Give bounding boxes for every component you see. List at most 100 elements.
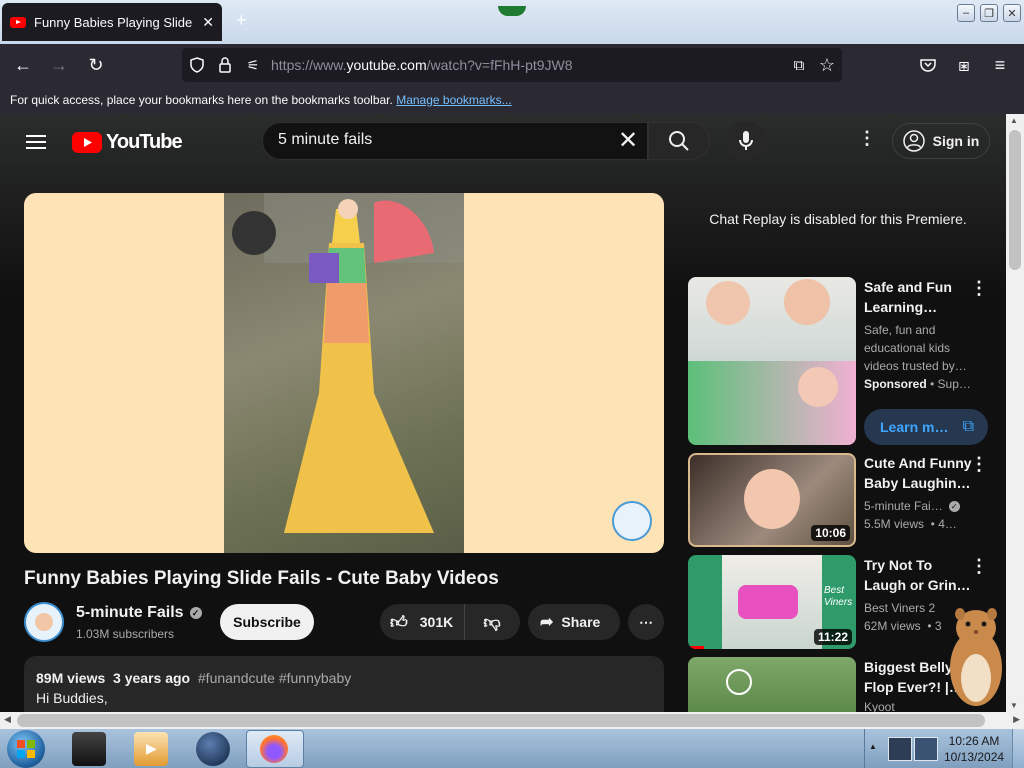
- video-frame: [224, 193, 464, 553]
- chat-replay-notice: Chat Replay is disabled for this Premier…: [709, 211, 967, 227]
- app-menu-icon[interactable]: ≡: [987, 52, 1013, 78]
- hamster-icon: [950, 608, 1002, 706]
- rec-2-channel[interactable]: 5-minute Fai… ✓: [864, 497, 960, 515]
- share-button[interactable]: ➦ Share: [528, 604, 620, 640]
- thumbnail-brand-text: Best Viners: [824, 585, 853, 608]
- subscribe-button[interactable]: Subscribe: [220, 604, 314, 640]
- rec-1-sponsored: Sponsored • Sup…: [864, 377, 971, 391]
- rec-2-thumbnail[interactable]: 10:06: [688, 453, 856, 547]
- scroll-right-icon[interactable]: ▶: [1013, 714, 1020, 725]
- more-horizontal-icon: ⋯: [639, 613, 653, 630]
- hamburger-menu-icon[interactable]: [26, 131, 46, 153]
- tray-network-icon[interactable]: [888, 737, 912, 761]
- back-icon[interactable]: ←: [10, 52, 36, 78]
- voice-search-button[interactable]: [726, 121, 766, 161]
- extensions-icon[interactable]: ⧆: [951, 52, 977, 78]
- rec-3-title[interactable]: Try Not To Laugh or Grin…: [864, 555, 974, 595]
- scroll-left-icon[interactable]: ◀: [4, 714, 11, 725]
- external-link-icon: ⧉: [962, 418, 974, 435]
- rec-3-duration: 11:22: [813, 629, 852, 645]
- picture-in-picture-icon[interactable]: ⧉: [786, 52, 812, 78]
- learn-more-button[interactable]: Learn m… ⧉: [864, 409, 988, 445]
- babies-thumbnail-image: [688, 277, 856, 361]
- taskbar-firefox-icon[interactable]: [246, 730, 304, 768]
- sponsored-thumbnail[interactable]: [688, 277, 856, 445]
- taskbar-globe-icon[interactable]: [196, 732, 230, 766]
- rec-3-channel[interactable]: Best Viners 2: [864, 599, 935, 617]
- more-actions-button[interactable]: ⋯: [628, 604, 664, 640]
- start-button[interactable]: [7, 730, 45, 768]
- dislike-button[interactable]: 👎︎: [465, 612, 519, 633]
- verified-badge-icon: ✓: [948, 500, 960, 512]
- settings-menu-icon[interactable]: ⋮: [858, 128, 876, 149]
- rec-2-menu-icon[interactable]: ⋮: [970, 454, 988, 475]
- new-tab-icon[interactable]: +: [236, 10, 247, 31]
- slide-illustration: [232, 193, 464, 533]
- taskbar-media-player-icon[interactable]: ▶: [134, 732, 168, 766]
- youtube-logo-text: YouTube: [106, 131, 183, 153]
- rec-2-title[interactable]: Cute And Funny Baby Laughin…: [864, 453, 974, 493]
- belly-flop-image: [726, 669, 752, 695]
- manage-bookmarks-link[interactable]: Manage bookmarks...: [396, 93, 511, 107]
- permissions-icon[interactable]: ⚟: [240, 52, 266, 78]
- like-count: 301K: [419, 614, 454, 630]
- account-icon: [902, 130, 925, 152]
- taskbar-terminal-icon[interactable]: [72, 732, 106, 766]
- youtube-favicon-icon: [10, 16, 26, 28]
- horizontal-scroll-thumb[interactable]: [17, 714, 985, 727]
- clock-time: 10:26 AM: [948, 734, 1000, 748]
- show-hidden-icons-icon[interactable]: ▲: [869, 742, 877, 751]
- vertical-scroll-thumb[interactable]: [1009, 130, 1021, 270]
- learning-thumbnail-image: [688, 361, 856, 445]
- rec-2-stats: 5.5M views • 4…: [864, 517, 957, 531]
- browser-tab[interactable]: Funny Babies Playing Slide Fails ✕: [2, 3, 222, 41]
- like-button[interactable]: 👍︎ 301K: [380, 604, 465, 640]
- tray-camera-icon[interactable]: [914, 737, 938, 761]
- bookmark-star-icon[interactable]: ☆: [814, 52, 840, 78]
- search-button[interactable]: [648, 122, 710, 160]
- toy-car-image: [722, 555, 822, 649]
- url-text: https://www.youtube.com/watch?v=fFhH-pt9…: [271, 57, 573, 73]
- verified-badge-icon: ✓: [189, 607, 202, 619]
- search-input[interactable]: 5 minute fails: [278, 131, 598, 149]
- share-label: Share: [561, 614, 601, 630]
- youtube-logo-icon: [72, 132, 102, 153]
- youtube-logo[interactable]: YouTube: [72, 131, 183, 154]
- scroll-up-icon[interactable]: ▲: [1010, 116, 1018, 125]
- taskbar-clock[interactable]: 10:26 AM 10/13/2024: [944, 733, 1004, 765]
- sign-in-button[interactable]: Sign in: [892, 123, 990, 159]
- lock-icon[interactable]: [212, 52, 238, 78]
- close-tab-icon[interactable]: ✕: [202, 14, 214, 31]
- sign-in-label: Sign in: [932, 133, 980, 149]
- rec-1-title[interactable]: Safe and Fun Learning…: [864, 277, 974, 317]
- reload-icon[interactable]: ↻: [83, 52, 109, 78]
- microphone-icon: [739, 131, 753, 150]
- clock-date: 10/13/2024: [944, 750, 1005, 764]
- pocket-icon[interactable]: [915, 52, 941, 78]
- scroll-down-icon[interactable]: ▼: [1010, 701, 1018, 710]
- horizontal-scrollbar[interactable]: ◀ ▶: [0, 712, 1024, 729]
- rec-1-menu-icon[interactable]: ⋮: [970, 278, 988, 299]
- restore-window-icon[interactable]: ❐: [980, 4, 998, 22]
- taskbar-divider: [864, 729, 865, 768]
- video-player[interactable]: [24, 193, 664, 553]
- forward-icon[interactable]: →: [46, 52, 72, 78]
- minimize-window-icon[interactable]: –: [957, 4, 975, 22]
- channel-watermark[interactable]: [612, 501, 652, 541]
- rec-4-channel[interactable]: Kyoot: [864, 700, 895, 712]
- hashtags[interactable]: #funandcute #funnybaby: [198, 670, 351, 686]
- channel-avatar[interactable]: [24, 602, 64, 642]
- close-window-icon[interactable]: ✕: [1003, 4, 1021, 22]
- clear-search-icon[interactable]: ✕: [618, 126, 638, 155]
- desktop-hamster-mascot[interactable]: [944, 604, 1006, 708]
- rec-3-menu-icon[interactable]: ⋮: [970, 556, 988, 577]
- rec-4-thumbnail[interactable]: [688, 657, 856, 712]
- show-desktop-button[interactable]: [1012, 729, 1024, 768]
- rec-3-thumbnail[interactable]: Best Viners 11:22: [688, 555, 856, 649]
- rec-2-duration: 10:06: [811, 525, 850, 541]
- channel-name[interactable]: 5-minute Fails ✓: [76, 604, 202, 622]
- video-title: Funny Babies Playing Slide Fails - Cute …: [24, 568, 499, 589]
- tracking-shield-icon[interactable]: [184, 52, 210, 78]
- rec-3-stats: 62M views • 3: [864, 619, 942, 633]
- vertical-scrollbar[interactable]: ▲ ▼: [1006, 114, 1024, 712]
